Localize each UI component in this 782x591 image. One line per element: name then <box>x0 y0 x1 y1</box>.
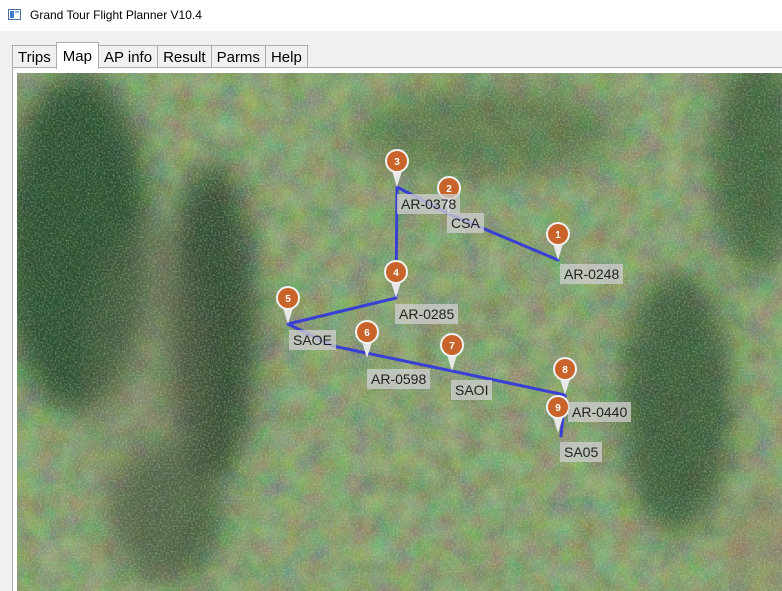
airport-label-ar-0285[interactable]: AR-0285 <box>395 304 459 324</box>
airport-label-ar-0248[interactable]: AR-0248 <box>560 264 624 284</box>
airport-label-saoi[interactable]: SAOI <box>451 380 493 400</box>
marker-number: 5 <box>285 294 291 305</box>
airport-label-saoe[interactable]: SAOE <box>289 330 336 350</box>
marker-number: 9 <box>555 403 561 414</box>
marker-number: 4 <box>393 268 399 279</box>
tab-help[interactable]: Help <box>264 45 308 68</box>
airport-label-ar-0378[interactable]: AR-0378 <box>397 194 461 214</box>
airport-label-sa05[interactable]: SA05 <box>560 442 603 462</box>
map-canvas[interactable]: 123456789 <box>17 73 782 591</box>
airport-label-csa[interactable]: CSA <box>447 213 484 233</box>
tab-trips[interactable]: Trips <box>12 45 57 68</box>
window-title: Grand Tour Flight Planner V10.4 <box>30 8 202 22</box>
tab-result[interactable]: Result <box>157 45 212 68</box>
airport-label-ar-0598[interactable]: AR-0598 <box>367 369 431 389</box>
marker-number: 7 <box>449 341 455 352</box>
marker-number: 1 <box>555 230 561 241</box>
airport-label-ar-0440[interactable]: AR-0440 <box>568 402 632 422</box>
satellite-map[interactable]: 123456789 AR-0248 CSA AR-0378 AR-0285 SA… <box>17 73 782 591</box>
app-window-icon <box>8 9 21 20</box>
marker-number: 8 <box>562 365 568 376</box>
marker-number: 3 <box>394 157 400 168</box>
tab-strip: Trips Map AP info Result Parms Help <box>12 42 308 69</box>
marker-number: 6 <box>364 328 370 339</box>
tab-ap-info[interactable]: AP info <box>97 45 159 68</box>
title-bar: Grand Tour Flight Planner V10.4 <box>0 0 782 31</box>
tab-parms[interactable]: Parms <box>210 45 266 68</box>
tab-map[interactable]: Map <box>55 42 99 69</box>
